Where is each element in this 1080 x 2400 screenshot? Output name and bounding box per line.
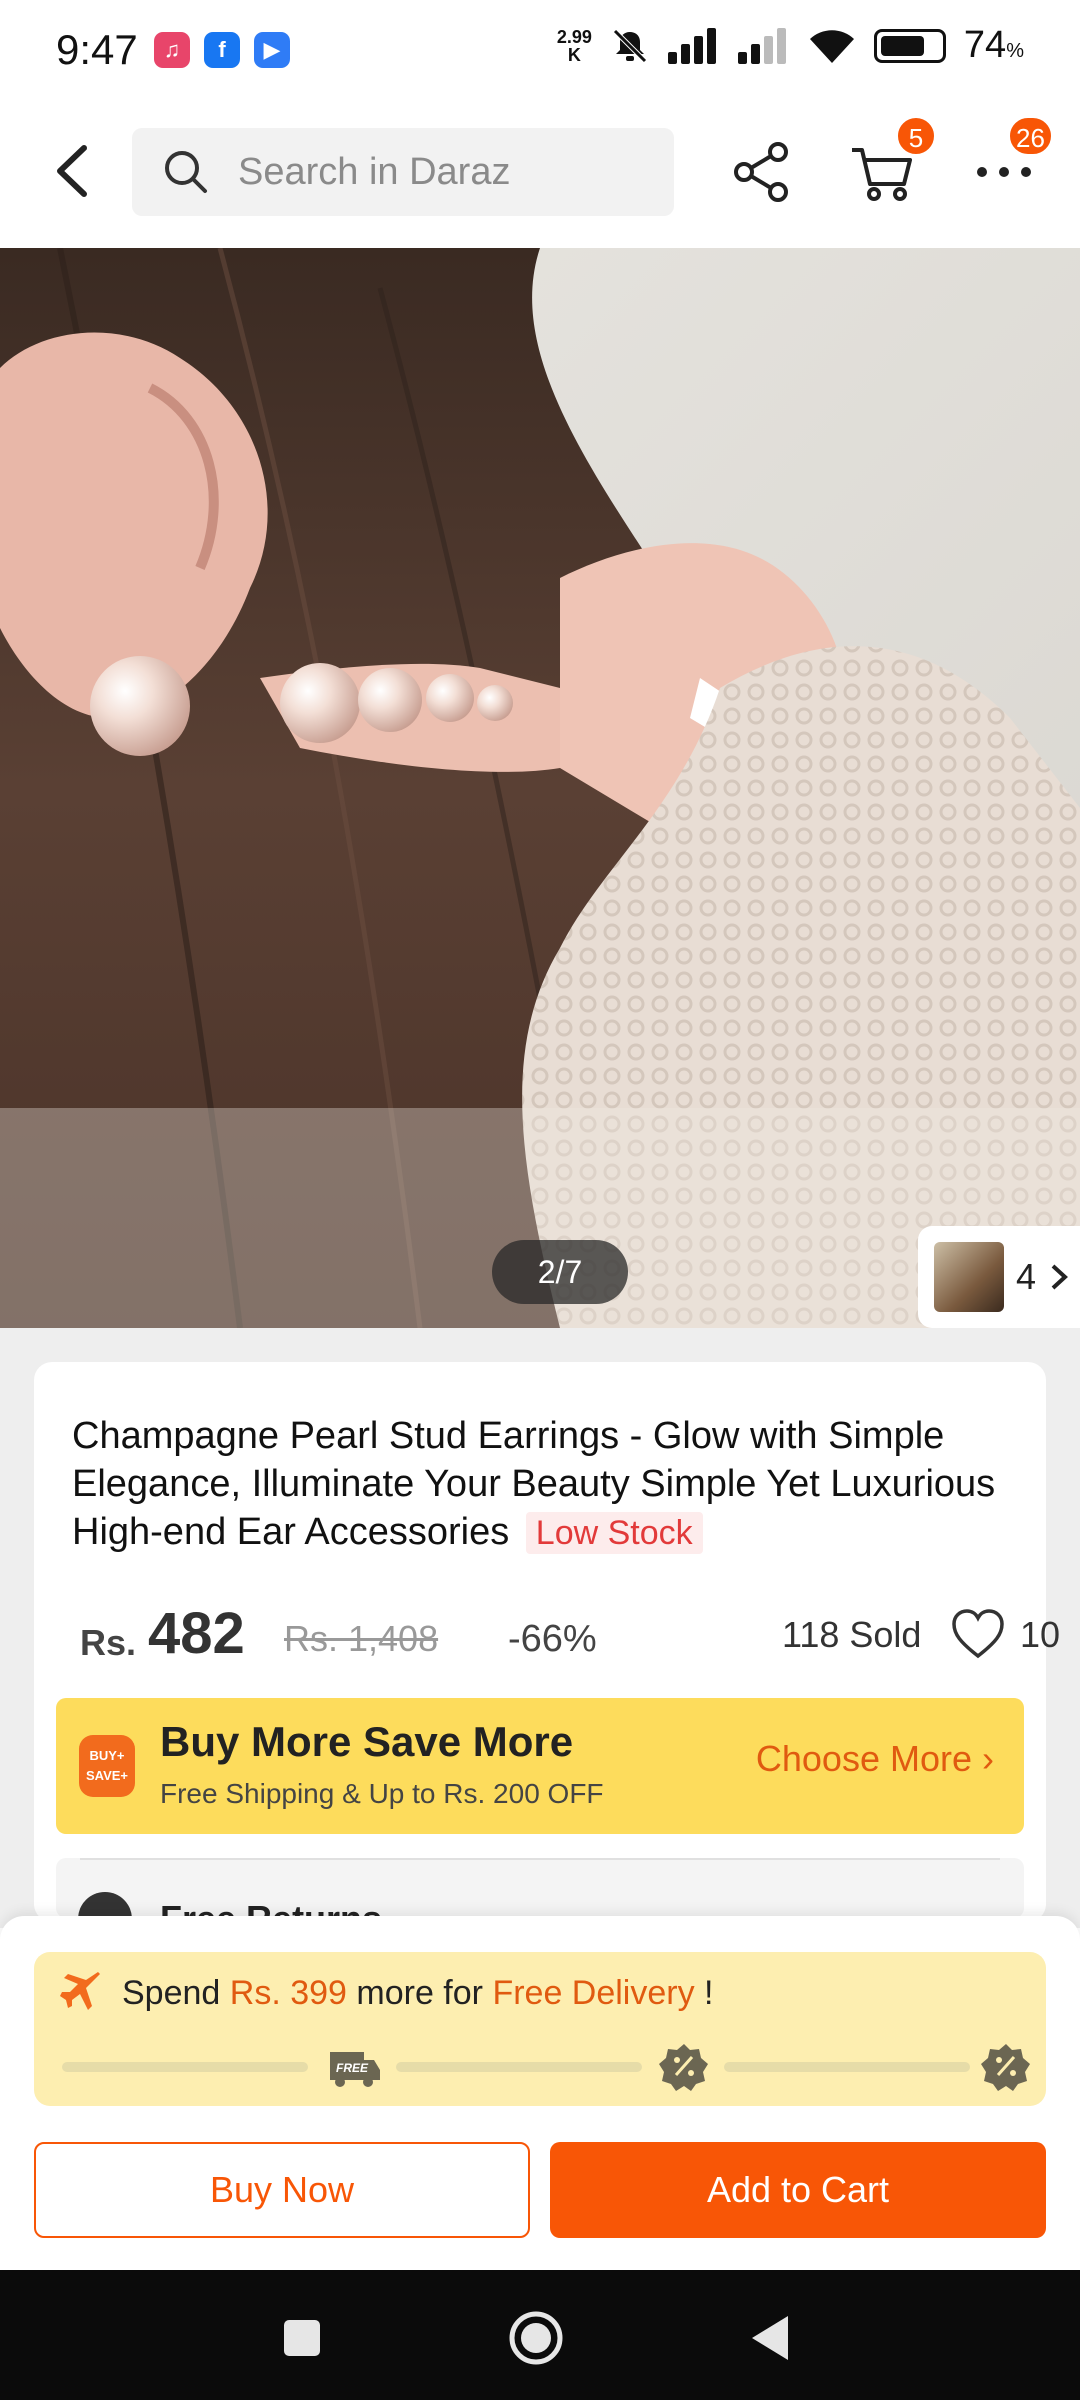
wishlist-count: 10 [1020, 1614, 1061, 1655]
add-to-cart-button[interactable]: Add to Cart [550, 2142, 1046, 2238]
free-milestone-label: FREE [336, 2061, 369, 2075]
network-speed-value: 2.99 [556, 26, 592, 47]
variant-selector[interactable]: 4 [918, 1226, 1080, 1328]
discount-badge-icon [659, 2044, 708, 2091]
network-speed: 2.99 K [557, 28, 592, 64]
network-speed-unit: K [567, 44, 581, 65]
battery-icon [873, 28, 946, 63]
signal-strength-icon [667, 27, 716, 64]
discount-percent: -66% [508, 1618, 597, 1660]
chevron-right-icon [1051, 1264, 1068, 1290]
delivery-progress-bar: FREE [62, 2042, 1030, 2092]
recent-apps-icon[interactable] [274, 2310, 330, 2366]
share-icon[interactable] [726, 136, 798, 208]
discount-badge-icon [981, 2044, 1030, 2091]
choose-more-link[interactable]: Choose More › [756, 1738, 994, 1780]
home-icon[interactable] [506, 2308, 566, 2368]
airplane-icon [60, 1972, 100, 2010]
product-header: 5 26 [0, 100, 1080, 248]
product-photo [0, 248, 1080, 1328]
price-currency: Rs. [80, 1622, 137, 1663]
search-input[interactable] [238, 142, 658, 202]
product-info-section: Champagne Pearl Stud Earrings - Glow wit… [0, 1328, 1080, 1928]
promo-subtitle: Free Shipping & Up to Rs. 200 OFF [160, 1778, 604, 1809]
headphones-app-icon: ♫ [154, 32, 190, 68]
progress-track-2 [396, 2062, 642, 2072]
wifi-icon [809, 29, 854, 63]
progress-track-1 [62, 2062, 308, 2072]
low-stock-tag: Low Stock [525, 1512, 703, 1554]
product-info-card: Champagne Pearl Stud Earrings - Glow wit… [34, 1362, 1060, 1922]
mute-bell-icon [613, 28, 647, 63]
free-delivery-truck-icon: FREE [330, 2052, 380, 2087]
free-delivery-message: Spend Rs. 399 more for Free Delivery ! [122, 1974, 714, 2013]
cart-badge: 5 [896, 116, 936, 156]
battery-percent: 74% [963, 24, 1024, 66]
delivery-highlight: Free Delivery [492, 1974, 695, 2012]
progress-track-3 [724, 2062, 970, 2072]
buy-now-button[interactable]: Buy Now [34, 2142, 530, 2238]
sold-count: 118 Sold [782, 1614, 922, 1655]
image-page-indicator: 2/7 [492, 1240, 628, 1304]
free-returns-label: Free Returns [160, 1898, 382, 1918]
original-price: Rs. 1,408 [284, 1618, 439, 1659]
buy-save-logo-top-text: BUY+ [89, 1748, 124, 1763]
cart-button[interactable]: 5 [846, 116, 936, 208]
search-bar[interactable] [132, 128, 674, 216]
free-delivery-banner: Spend Rs. 399 more for Free Delivery ! F… [34, 1952, 1046, 2106]
free-returns-icon [78, 1892, 132, 1918]
delivery-amount: Rs. 399 [229, 1974, 347, 2012]
delivery-middle: more for [346, 1974, 493, 2012]
play-app-icon: ▶ [254, 32, 290, 68]
facebook-icon: f [204, 32, 240, 68]
status-bar: 9:47 ♫ f ▶ 2.99 K 74% [0, 0, 1080, 100]
search-icon [165, 151, 207, 193]
variant-count: 4 [1016, 1256, 1037, 1297]
more-options-button[interactable]: 26 [968, 116, 1053, 208]
delivery-prefix: Spend [122, 1974, 230, 2012]
back-arrow-icon[interactable] [44, 136, 104, 206]
product-image-gallery[interactable] [0, 248, 1080, 1328]
back-nav-icon[interactable] [744, 2310, 800, 2366]
status-time: 9:47 [56, 26, 138, 73]
variant-thumbnail [934, 1242, 1004, 1312]
buy-save-logo-bottom-text: SAVE+ [86, 1768, 128, 1783]
price-value: 482 [148, 1601, 245, 1666]
more-badge: 26 [1008, 116, 1053, 156]
status-indicators: 2.99 K 74% [557, 24, 1024, 67]
signal-strength-2-icon [737, 27, 786, 64]
status-app-icons: ♫ f ▶ [154, 32, 290, 68]
free-returns-row[interactable]: Free Returns [56, 1858, 1024, 1918]
promo-title: Buy More Save More [160, 1718, 574, 1765]
divider [80, 1858, 1000, 1860]
wishlist-heart-icon[interactable] [950, 1608, 1006, 1660]
product-title: Champagne Pearl Stud Earrings - Glow wit… [72, 1412, 1032, 1557]
choose-more-text: Choose More [755, 1738, 972, 1779]
buy-more-save-more-banner[interactable]: BUY+ SAVE+ Buy More Save More Free Shipp… [56, 1698, 1024, 1834]
chevron-right-icon: › [982, 1738, 994, 1779]
delivery-suffix: ! [694, 1974, 714, 2012]
buy-save-logo-icon: BUY+ SAVE+ [79, 1735, 135, 1797]
price-row: Rs. 482 Rs. 1,408 -66% 118 Sold 10 [80, 1600, 1060, 1670]
bottom-action-sheet: Spend Rs. 399 more for Free Delivery ! F… [0, 1916, 1080, 2270]
system-navigation-bar [0, 2270, 1080, 2400]
